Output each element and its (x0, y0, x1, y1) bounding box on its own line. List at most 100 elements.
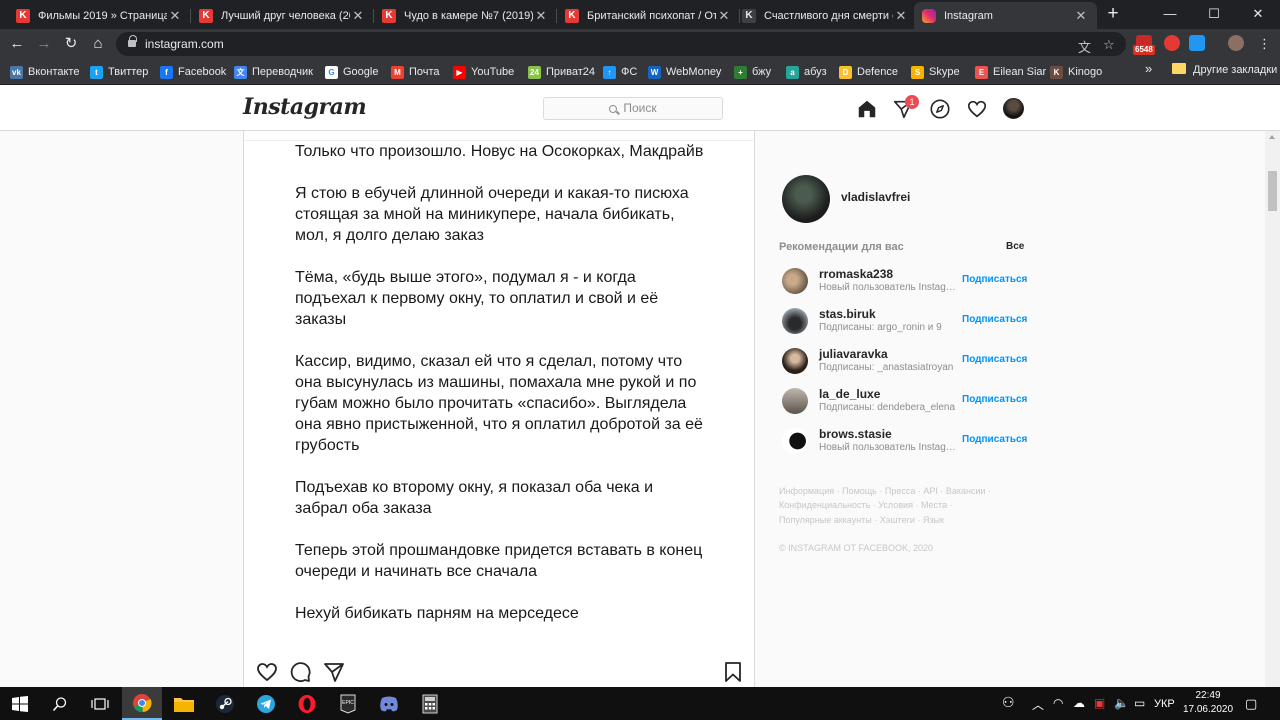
footer-links[interactable]: Популярные аккаунты · Хэштеги · Язык (779, 515, 944, 525)
footer-links[interactable]: Конфиденциальность · Условия · Места · (779, 500, 953, 510)
opera-icon[interactable] (287, 687, 327, 720)
translate-icon[interactable]: 文 (1078, 37, 1091, 56)
suggestion-username[interactable]: la_de_luxe (819, 387, 880, 401)
tab-close-icon[interactable]: ✕ (350, 8, 366, 24)
browser-tab[interactable]: K Британский психопат / Отм ✕ (557, 2, 740, 29)
new-tab-button[interactable]: + (1102, 3, 1124, 25)
suggestion-username[interactable]: juliavaravka (819, 347, 888, 361)
home-button[interactable]: ⌂ (87, 33, 109, 55)
like-heart-icon[interactable] (255, 660, 279, 684)
home-icon[interactable] (856, 98, 878, 120)
notifications-icon[interactable]: ▢ (1245, 696, 1257, 712)
cloud-icon[interactable]: ☁ (1073, 696, 1085, 710)
follow-button[interactable]: Подписаться (962, 394, 1027, 405)
bookmark-item[interactable]: + бжу (734, 63, 771, 81)
footer-links[interactable]: Информация · Помощь · Пресса · API · Вак… (779, 486, 991, 496)
steam-icon[interactable] (205, 687, 245, 720)
extension-opera-icon[interactable] (1164, 35, 1180, 51)
bookmark-item[interactable]: E Eilean Siar (975, 63, 1046, 81)
suggestion-username[interactable]: stas.biruk (819, 307, 876, 321)
browser-tab-active[interactable]: Instagram ✕ (914, 2, 1097, 29)
back-button[interactable]: ← (6, 33, 28, 55)
bookmark-item[interactable]: K Kinogo (1050, 63, 1102, 81)
bookmark-item[interactable]: S Skype (911, 63, 960, 81)
power-icon[interactable]: ▭ (1134, 696, 1145, 710)
search-input[interactable]: Поиск (543, 97, 723, 120)
reload-button[interactable]: ↻ (60, 33, 82, 55)
suggestion-avatar[interactable] (782, 428, 808, 454)
current-user-avatar[interactable] (782, 175, 830, 223)
telegram-icon[interactable] (246, 687, 286, 720)
instagram-logo[interactable]: Instagram (243, 94, 367, 120)
browser-tab[interactable]: K Чудо в камере №7 (2019) с ✕ (374, 2, 557, 29)
follow-button[interactable]: Подписаться (962, 354, 1027, 365)
browser-tab[interactable]: K Фильмы 2019 » Страница 8 ✕ (8, 2, 191, 29)
discord-icon[interactable] (369, 687, 409, 720)
suggestion-avatar[interactable] (782, 308, 808, 334)
address-bar[interactable]: instagram.com 文 ☆ (116, 32, 1126, 56)
epic-games-icon[interactable]: EPIC (328, 687, 368, 720)
see-all-link[interactable]: Все (1006, 241, 1024, 252)
share-icon[interactable] (322, 660, 346, 684)
tab-close-icon[interactable]: ✕ (716, 8, 732, 24)
suggestion-avatar[interactable] (782, 388, 808, 414)
chrome-icon[interactable] (122, 687, 162, 720)
tab-close-icon[interactable]: ✕ (167, 8, 183, 24)
suggestion-username[interactable]: rromaska238 (819, 267, 893, 281)
bookmark-star-icon[interactable]: ☆ (1103, 37, 1115, 53)
browser-tab[interactable]: K Счастливого дня смерти см ✕ (734, 2, 917, 29)
bookmark-item[interactable]: W WebMoney (648, 63, 721, 81)
bookmark-item[interactable]: G Google (325, 63, 378, 81)
calculator-icon[interactable] (410, 687, 450, 720)
post-image[interactable]: Только что произошло. Новус на Осокорках… (244, 131, 754, 651)
suggestion-username[interactable]: brows.stasie (819, 427, 892, 441)
language-indicator[interactable]: УКР (1154, 698, 1175, 710)
bookmark-item[interactable]: 24 Приват24 (528, 63, 595, 81)
maximize-button[interactable]: ☐ (1192, 0, 1236, 29)
page-scrollbar[interactable] (1265, 131, 1280, 687)
follow-button[interactable]: Подписаться (962, 314, 1027, 325)
tray-chevron-up-icon[interactable]: ︿ (1032, 696, 1044, 713)
follow-button[interactable]: Подписаться (962, 274, 1027, 285)
current-user-name[interactable]: vladislavfrei (841, 190, 910, 204)
tab-close-icon[interactable]: ✕ (893, 8, 909, 24)
tab-close-icon[interactable]: ✕ (533, 8, 549, 24)
bookmark-item[interactable]: t Твиттер (90, 63, 148, 81)
tab-close-icon[interactable]: ✕ (1073, 8, 1089, 24)
bookmark-item[interactable]: 文 Переводчик (234, 63, 313, 81)
task-view-icon[interactable] (80, 687, 120, 720)
bookmark-item[interactable]: M Почта (391, 63, 440, 81)
forward-button[interactable]: → (33, 33, 55, 55)
bookmark-item[interactable]: ▶ YouTube (453, 63, 514, 81)
scrollbar-thumb[interactable] (1268, 171, 1277, 211)
volume-icon[interactable]: 🔈 (1114, 696, 1129, 710)
bookmark-item[interactable]: D Defence (839, 63, 898, 81)
comment-icon[interactable] (288, 660, 312, 684)
bookmark-item[interactable]: vk Вконтакте (10, 63, 79, 81)
bookmark-item[interactable]: f Facebook (160, 63, 226, 81)
people-icon[interactable]: ⚇ (1002, 694, 1015, 711)
minimize-button[interactable]: — (1148, 0, 1192, 29)
search-icon[interactable] (40, 687, 80, 720)
bookmarks-overflow-button[interactable]: » (1145, 61, 1152, 76)
suggestion-avatar[interactable] (782, 268, 808, 294)
activity-heart-icon[interactable] (966, 98, 988, 120)
suggestion-avatar[interactable] (782, 348, 808, 374)
follow-button[interactable]: Подписаться (962, 434, 1027, 445)
bookmark-item[interactable]: ↑ ФС (603, 63, 637, 81)
save-bookmark-icon[interactable] (721, 660, 745, 684)
antivirus-icon[interactable]: ▣ (1094, 696, 1105, 710)
profile-avatar-icon[interactable] (1228, 35, 1244, 51)
network-icon[interactable]: ◠ (1053, 696, 1063, 710)
other-bookmarks[interactable]: Другие закладки (1193, 64, 1277, 76)
bookmark-item[interactable]: a абуз (786, 63, 827, 81)
browser-tab[interactable]: K Лучший друг человека (201 ✕ (191, 2, 374, 29)
extension-cloud-icon[interactable] (1189, 35, 1205, 51)
explore-compass-icon[interactable] (929, 98, 951, 120)
file-explorer-icon[interactable] (164, 687, 204, 720)
system-clock[interactable]: 22:49 17.06.2020 (1182, 689, 1234, 717)
windows-start-icon[interactable] (0, 687, 40, 720)
window-close-button[interactable]: ✕ (1236, 0, 1280, 29)
menu-kebab-icon[interactable]: ⋮ (1258, 36, 1271, 52)
profile-avatar[interactable] (1003, 98, 1024, 119)
